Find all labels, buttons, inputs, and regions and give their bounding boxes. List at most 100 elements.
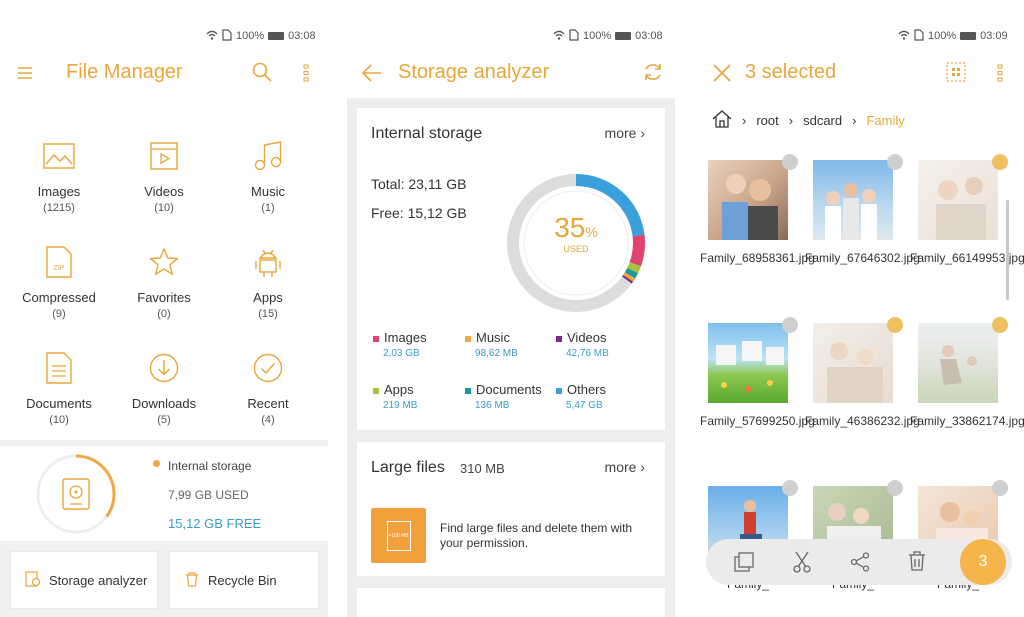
wifi-icon xyxy=(206,30,218,43)
app-bar: File Manager xyxy=(0,54,340,94)
home-icon[interactable] xyxy=(712,110,732,131)
legend-value: 219 MB xyxy=(383,400,418,411)
more-link[interactable]: more › xyxy=(605,459,645,475)
card-title: Internal storage xyxy=(371,125,483,142)
selection-checkbox[interactable] xyxy=(887,154,903,170)
zip-file-icon: ZIP xyxy=(4,244,114,280)
category-compressed[interactable]: ZIP Compressed (9) xyxy=(4,244,114,320)
scrollbar[interactable] xyxy=(1006,200,1009,300)
category-images[interactable]: Images (1215) xyxy=(4,138,114,214)
legend-label: Music xyxy=(476,330,510,345)
refresh-icon[interactable] xyxy=(642,61,664,88)
legend-value: 2,03 GB xyxy=(383,348,420,359)
category-count: (10) xyxy=(154,202,174,214)
divider xyxy=(0,440,328,446)
more-link[interactable]: more › xyxy=(605,125,645,141)
cut-icon[interactable] xyxy=(792,551,812,578)
card-title: Large files xyxy=(371,459,445,476)
legend-swatch xyxy=(556,387,562,394)
sim-icon xyxy=(914,28,924,44)
internal-storage-card[interactable]: Internal storage 7,99 GB USED 15,12 GB F… xyxy=(0,448,328,540)
selection-count-button[interactable]: 3 xyxy=(960,539,1006,585)
overflow-menu-icon[interactable] xyxy=(303,64,309,87)
category-documents[interactable]: Documents (10) xyxy=(4,350,114,426)
category-label: Compressed xyxy=(22,290,96,305)
share-icon[interactable] xyxy=(850,552,870,577)
sim-icon xyxy=(222,28,232,44)
breadcrumb-family[interactable]: Family xyxy=(866,113,904,128)
back-arrow-icon[interactable] xyxy=(361,64,382,87)
breadcrumb-root[interactable]: root xyxy=(756,113,778,128)
percent-sign: % xyxy=(585,224,598,240)
category-music[interactable]: Music (1) xyxy=(213,138,323,214)
file-thumbnail[interactable] xyxy=(813,323,893,403)
breadcrumb-separator: › xyxy=(852,113,857,128)
selection-checkbox-checked[interactable] xyxy=(887,317,903,333)
chevron-right-icon: › xyxy=(640,459,645,475)
breadcrumb-sdcard[interactable]: sdcard xyxy=(803,113,842,128)
percent-value: 35 xyxy=(554,212,586,243)
large-files-size: 310 MB xyxy=(460,461,505,476)
clock: 03:09 xyxy=(980,30,1008,42)
file-thumbnail[interactable] xyxy=(918,323,998,403)
category-count: (1215) xyxy=(43,202,75,214)
overflow-menu-icon[interactable] xyxy=(997,64,1003,87)
delete-icon[interactable] xyxy=(908,551,926,576)
search-icon[interactable] xyxy=(252,62,272,87)
file-name: Family_66149953.jpg xyxy=(910,251,1024,265)
category-downloads[interactable]: Downloads (5) xyxy=(109,350,219,426)
file-name: Family_46386232.jpg xyxy=(805,414,920,428)
file-thumbnail[interactable] xyxy=(708,160,788,240)
category-label: Favorites xyxy=(137,290,191,305)
internal-storage-card: Internal storage more › Total: 23,11 GB … xyxy=(357,108,665,430)
file-name: Family_67646302.jpg xyxy=(805,251,920,265)
legend-label: Images xyxy=(384,330,427,345)
category-apps[interactable]: Apps (15) xyxy=(213,244,323,320)
selection-checkbox[interactable] xyxy=(887,480,903,496)
legend-value: 42,76 MB xyxy=(566,348,609,359)
video-icon xyxy=(109,138,219,174)
page-title: File Manager xyxy=(66,61,183,83)
battery-text: 100% xyxy=(583,30,612,42)
recycle-bin-button[interactable]: Recycle Bin xyxy=(169,551,319,609)
menu-icon[interactable] xyxy=(18,66,32,84)
legend-others: Others 5,47 GB xyxy=(556,382,606,411)
category-count: (5) xyxy=(157,414,171,426)
large-file-badge: +100 MB xyxy=(386,520,411,551)
download-icon xyxy=(109,350,219,386)
close-icon[interactable] xyxy=(713,64,731,87)
storage-analyzer-icon xyxy=(25,570,41,590)
file-name: Family_68958361.jpg xyxy=(700,251,815,265)
document-icon xyxy=(4,350,114,386)
file-name: Family_33862174.jpg xyxy=(910,414,1024,428)
battery-icon xyxy=(615,32,632,40)
category-recent[interactable]: Recent (4) xyxy=(213,350,323,426)
file-thumbnail[interactable] xyxy=(813,160,893,240)
selection-checkbox[interactable] xyxy=(782,317,798,333)
selection-checkbox-checked[interactable] xyxy=(992,317,1008,333)
selection-checkbox[interactable] xyxy=(992,480,1008,496)
category-videos[interactable]: Videos (10) xyxy=(109,138,219,214)
category-favorites[interactable]: Favorites (0) xyxy=(109,244,219,320)
music-note-icon xyxy=(213,138,323,174)
legend-videos: Videos 42,76 MB xyxy=(556,330,609,359)
selection-checkbox[interactable] xyxy=(782,480,798,496)
copy-icon[interactable] xyxy=(734,552,754,577)
large-files-description: Find large files and delete them with yo… xyxy=(440,521,633,550)
selection-checkbox[interactable] xyxy=(782,154,798,170)
clock: 03:08 xyxy=(288,30,316,42)
category-label: Recent xyxy=(247,396,289,411)
legend-value: 98,62 MB xyxy=(475,348,518,359)
file-thumbnail[interactable] xyxy=(708,323,788,403)
storage-analyzer-button[interactable]: Storage analyzer xyxy=(10,551,158,609)
selection-checkbox-checked[interactable] xyxy=(992,154,1008,170)
select-all-icon[interactable] xyxy=(946,62,966,87)
check-circle-icon xyxy=(213,350,323,386)
file-thumbnail[interactable] xyxy=(918,160,998,240)
category-count: (1) xyxy=(261,202,275,214)
battery-icon xyxy=(960,32,977,40)
storage-device-icon xyxy=(62,478,90,515)
category-label: Images xyxy=(37,184,81,199)
category-label: Documents xyxy=(26,396,92,411)
legend-value: 136 MB xyxy=(475,400,510,411)
